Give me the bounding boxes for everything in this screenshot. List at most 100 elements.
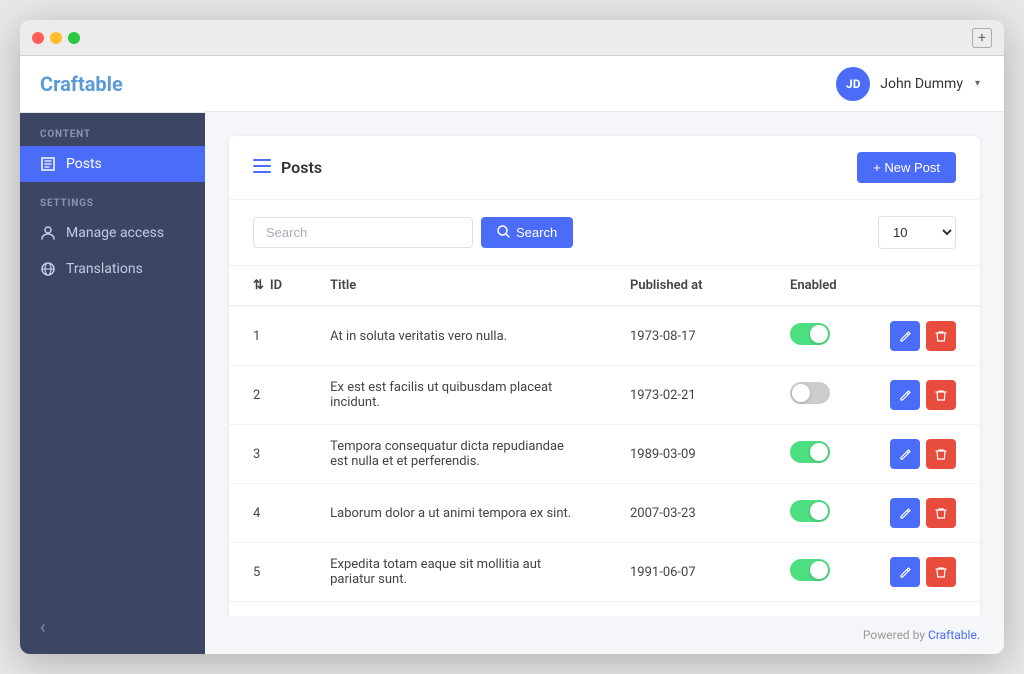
sidebar-item-translations-label: Translations <box>66 261 143 277</box>
toggle-1[interactable] <box>790 323 830 345</box>
cell-actions <box>866 366 980 425</box>
cell-title: At in soluta veritatis vero nulla. <box>306 306 606 366</box>
translations-icon <box>40 261 56 277</box>
cell-enabled <box>766 484 866 543</box>
cell-enabled <box>766 543 866 602</box>
card-title: Posts <box>253 158 322 178</box>
table-row: 2Ex est est facilis ut quibusdam placeat… <box>229 366 980 425</box>
edit-button-3[interactable] <box>890 439 920 469</box>
search-group: Search <box>253 217 573 248</box>
action-buttons <box>890 380 956 410</box>
cell-id: 2 <box>229 366 306 425</box>
delete-button-2[interactable] <box>926 380 956 410</box>
cell-id: 4 <box>229 484 306 543</box>
delete-button-1[interactable] <box>926 321 956 351</box>
delete-button-4[interactable] <box>926 498 956 528</box>
user-name: John Dummy <box>880 76 963 92</box>
titlebar: + <box>20 20 1004 56</box>
toggle-3[interactable] <box>790 441 830 463</box>
sidebar: Craftable CONTENT Posts SETTINGS <box>20 56 205 654</box>
cell-title: Ex est est facilis ut quibusdam placeat … <box>306 366 606 425</box>
user-dropdown-caret: ▾ <box>975 78 980 89</box>
edit-button-5[interactable] <box>890 557 920 587</box>
traffic-lights <box>32 32 80 44</box>
posts-icon <box>40 156 56 172</box>
content-area: Posts + New Post <box>205 112 1004 616</box>
action-buttons <box>890 321 956 351</box>
app-footer: Powered by Craftable. <box>205 616 1004 654</box>
sidebar-item-manage-access[interactable]: Manage access <box>20 215 205 251</box>
col-header-actions <box>866 266 980 306</box>
cell-published: 1973-02-21 <box>606 366 766 425</box>
col-header-published: Published at <box>606 266 766 306</box>
minimize-button[interactable] <box>50 32 62 44</box>
user-menu[interactable]: JD John Dummy ▾ <box>836 67 980 101</box>
cell-published: 2007-03-23 <box>606 484 766 543</box>
toggle-knob <box>810 443 828 461</box>
cell-published: 1989-03-09 <box>606 425 766 484</box>
manage-access-icon <box>40 225 56 241</box>
cell-enabled <box>766 306 866 366</box>
avatar: JD <box>836 67 870 101</box>
new-tab-button[interactable]: + <box>972 28 992 48</box>
new-post-button[interactable]: + New Post <box>857 152 956 183</box>
toggle-2[interactable] <box>790 382 830 404</box>
posts-table: ⇅ ID Title Published at Enabled <box>229 266 980 601</box>
sidebar-item-posts-label: Posts <box>66 156 102 172</box>
cell-actions <box>866 425 980 484</box>
card-footer: Displaying items from 1 to 5 of total 5 … <box>229 601 980 616</box>
sidebar-item-manage-access-label: Manage access <box>66 225 164 241</box>
action-buttons <box>890 439 956 469</box>
table-row: 4Laborum dolor a ut animi tempora ex sin… <box>229 484 980 543</box>
close-button[interactable] <box>32 32 44 44</box>
cell-actions <box>866 306 980 366</box>
search-button-label: Search <box>516 225 557 240</box>
edit-button-2[interactable] <box>890 380 920 410</box>
toggle-knob <box>792 384 810 402</box>
brand-link[interactable]: Craftable. <box>928 628 980 642</box>
cell-id: 1 <box>229 306 306 366</box>
delete-button-5[interactable] <box>926 557 956 587</box>
search-button[interactable]: Search <box>481 217 573 248</box>
cell-actions <box>866 484 980 543</box>
cell-actions <box>866 543 980 602</box>
search-icon <box>497 225 510 241</box>
toggle-knob <box>810 325 828 343</box>
cell-id: 5 <box>229 543 306 602</box>
toggle-4[interactable] <box>790 500 830 522</box>
cell-title: Laborum dolor a ut animi tempora ex sint… <box>306 484 606 543</box>
table-head: ⇅ ID Title Published at Enabled <box>229 266 980 306</box>
maximize-button[interactable] <box>68 32 80 44</box>
action-buttons <box>890 498 956 528</box>
per-page-selector[interactable]: 10 25 50 100 <box>878 216 956 249</box>
per-page-select[interactable]: 10 25 50 100 <box>878 216 956 249</box>
edit-button-1[interactable] <box>890 321 920 351</box>
col-header-title: Title <box>306 266 606 306</box>
page-title: Posts <box>281 158 322 177</box>
edit-button-4[interactable] <box>890 498 920 528</box>
topbar: JD John Dummy ▾ <box>205 56 1004 112</box>
search-input[interactable] <box>253 217 473 248</box>
cell-id: 3 <box>229 425 306 484</box>
toggle-knob <box>810 502 828 520</box>
card-toolbar: Search 10 25 50 100 <box>229 200 980 266</box>
sidebar-item-translations[interactable]: Translations <box>20 251 205 287</box>
table-row: 3Tempora consequatur dicta repudiandae e… <box>229 425 980 484</box>
cell-enabled <box>766 425 866 484</box>
col-header-id[interactable]: ⇅ ID <box>229 266 306 306</box>
cell-title: Tempora consequatur dicta repudiandae es… <box>306 425 606 484</box>
app-layout: Craftable CONTENT Posts SETTINGS <box>20 56 1004 654</box>
card-header: Posts + New Post <box>229 136 980 200</box>
delete-button-3[interactable] <box>926 439 956 469</box>
sort-icon: ⇅ <box>253 278 264 293</box>
action-buttons <box>890 557 956 587</box>
toggle-5[interactable] <box>790 559 830 581</box>
sidebar-collapse-button[interactable]: ‹ <box>20 601 205 654</box>
sidebar-item-posts[interactable]: Posts <box>20 146 205 182</box>
cell-published: 1973-08-17 <box>606 306 766 366</box>
app-window: + Craftable CONTENT Posts SETTINGS <box>20 20 1004 654</box>
posts-card: Posts + New Post <box>229 136 980 616</box>
list-icon <box>253 158 271 178</box>
table-row: 1At in soluta veritatis vero nulla.1973-… <box>229 306 980 366</box>
table-row: 5Expedita totam eaque sit mollitia aut p… <box>229 543 980 602</box>
